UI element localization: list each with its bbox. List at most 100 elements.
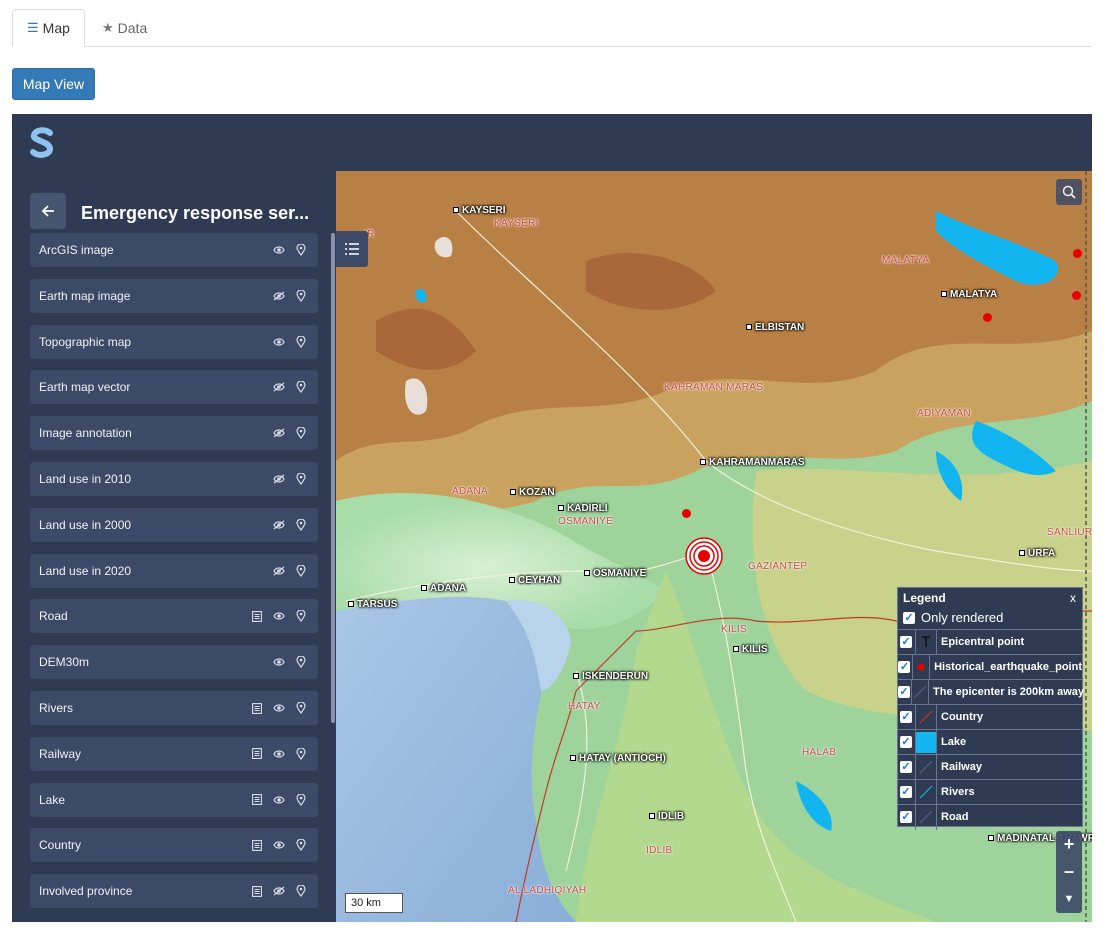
eye-icon[interactable]: [272, 793, 286, 807]
zoom-control: + – ▼: [1056, 831, 1082, 913]
layer-item[interactable]: Lake: [30, 782, 318, 817]
location-pin-icon[interactable]: [294, 747, 308, 761]
layer-name: Involved province: [39, 884, 133, 899]
location-pin-icon[interactable]: [294, 289, 308, 303]
checkbox[interactable]: ✓: [903, 611, 915, 624]
legend-item[interactable]: ✓ The epicenter is 200km away: [898, 679, 1084, 705]
location-pin-icon[interactable]: [294, 655, 308, 669]
legend-item[interactable]: ✓ Road: [898, 804, 1082, 830]
eye-icon[interactable]: [272, 609, 286, 623]
zoom-search-button[interactable]: [1056, 179, 1082, 205]
layer-item[interactable]: Land use in 2020: [30, 553, 318, 588]
checkbox[interactable]: ✓: [900, 786, 912, 798]
location-pin-icon[interactable]: [294, 380, 308, 394]
location-pin-icon[interactable]: [294, 701, 308, 715]
eye-off-icon[interactable]: [272, 518, 286, 532]
layer-item[interactable]: ArcGIS image: [30, 233, 318, 267]
layer-item[interactable]: Earth map vector: [30, 370, 318, 405]
legend-item-label: Historical_earthquake_point: [934, 661, 1082, 673]
map-canvas[interactable]: KAYSERI MALATYA ELBISTAN KAHRAMANMARAS K…: [336, 171, 1092, 922]
place-label: MALATYA: [941, 289, 997, 300]
eye-icon[interactable]: [272, 655, 286, 669]
location-pin-icon[interactable]: [294, 472, 308, 486]
eye-icon[interactable]: [272, 243, 286, 257]
location-pin-icon[interactable]: [294, 564, 308, 578]
location-pin-icon[interactable]: [294, 518, 308, 532]
zoom-in-button[interactable]: +: [1056, 831, 1082, 858]
layer-name: Road: [39, 609, 68, 624]
place-label: KAYSERI: [453, 205, 506, 216]
checkbox[interactable]: ✓: [900, 811, 912, 823]
eye-off-icon[interactable]: [272, 289, 286, 303]
checkbox[interactable]: ✓: [900, 711, 912, 723]
layer-item[interactable]: Road: [30, 599, 318, 634]
location-pin-icon[interactable]: [294, 793, 308, 807]
legend-item-label: Railway: [941, 761, 982, 773]
layer-item[interactable]: Rivers: [30, 691, 318, 725]
legend-item[interactable]: ✓ Lake: [898, 729, 1082, 755]
region-label: ADANA: [452, 486, 488, 497]
layer-name: Land use in 2000: [39, 517, 132, 532]
location-pin-icon[interactable]: [294, 838, 308, 852]
chevron-down-icon[interactable]: ▼: [1056, 885, 1082, 912]
eye-off-icon[interactable]: [272, 380, 286, 394]
eye-icon[interactable]: [272, 701, 286, 715]
historical-earthquake-point[interactable]: [1072, 291, 1081, 300]
checkbox[interactable]: ✓: [898, 661, 911, 673]
layer-item[interactable]: Involved province: [30, 874, 318, 909]
historical-earthquake-point[interactable]: [983, 313, 992, 322]
checkbox[interactable]: ✓: [900, 736, 912, 748]
legend-item[interactable]: ✓ Historical_earthquake_point: [898, 654, 1082, 680]
layer-actions: [272, 243, 318, 257]
layer-item[interactable]: Topographic map: [30, 324, 318, 359]
eye-off-icon[interactable]: [272, 426, 286, 440]
layer-item[interactable]: Railway: [30, 736, 318, 771]
attribute-table-icon[interactable]: [250, 609, 264, 623]
layer-list-toggle[interactable]: [336, 231, 368, 267]
tab-data[interactable]: ★ Data: [88, 9, 161, 47]
zoom-out-button[interactable]: –: [1056, 858, 1082, 885]
place-label: ISKENDERUN: [573, 671, 648, 682]
only-rendered-toggle[interactable]: ✓ Only rendered: [903, 610, 1003, 625]
location-pin-icon[interactable]: [294, 884, 308, 898]
back-button[interactable]: [30, 193, 66, 229]
scrollbar[interactable]: [331, 233, 335, 723]
eye-off-icon[interactable]: [272, 472, 286, 486]
location-pin-icon[interactable]: [294, 609, 308, 623]
layer-item[interactable]: DEM30m: [30, 645, 318, 680]
attribute-table-icon[interactable]: [250, 793, 264, 807]
layer-actions: [272, 564, 318, 578]
legend-item[interactable]: ✓ Rivers: [898, 779, 1082, 805]
historical-earthquake-point[interactable]: [1073, 249, 1082, 258]
eye-off-icon[interactable]: [272, 884, 286, 898]
layer-item[interactable]: Land use in 2010: [30, 462, 318, 496]
attribute-table-icon[interactable]: [250, 701, 264, 715]
legend-item[interactable]: ✓ Country: [898, 704, 1082, 730]
layer-name: Lake: [39, 792, 66, 807]
attribute-table-icon[interactable]: [250, 838, 264, 852]
legend-item[interactable]: ✓ Epicentral point: [898, 629, 1082, 655]
close-icon[interactable]: x: [1070, 591, 1076, 605]
tab-map[interactable]: ☰ Map: [12, 9, 85, 47]
legend-item[interactable]: ✓ Railway: [898, 754, 1082, 780]
location-pin-icon[interactable]: [294, 335, 308, 349]
layer-item[interactable]: Image annotation: [30, 416, 318, 451]
list-icon: [345, 243, 359, 255]
layer-item[interactable]: Earth map image: [30, 278, 318, 313]
epicenter-marker[interactable]: [685, 537, 723, 575]
checkbox[interactable]: ✓: [900, 761, 912, 773]
eye-icon[interactable]: [272, 335, 286, 349]
eye-off-icon[interactable]: [272, 564, 286, 578]
attribute-table-icon[interactable]: [250, 747, 264, 761]
checkbox[interactable]: ✓: [900, 636, 912, 648]
attribute-table-icon[interactable]: [250, 884, 264, 898]
location-pin-icon[interactable]: [294, 243, 308, 257]
eye-icon[interactable]: [272, 838, 286, 852]
historical-earthquake-point[interactable]: [682, 509, 691, 518]
location-pin-icon[interactable]: [294, 426, 308, 440]
map-view-button[interactable]: Map View: [12, 68, 95, 100]
eye-icon[interactable]: [272, 747, 286, 761]
layer-item[interactable]: Country: [30, 828, 318, 863]
checkbox[interactable]: ✓: [898, 686, 910, 698]
layer-item[interactable]: Land use in 2000: [30, 507, 318, 542]
